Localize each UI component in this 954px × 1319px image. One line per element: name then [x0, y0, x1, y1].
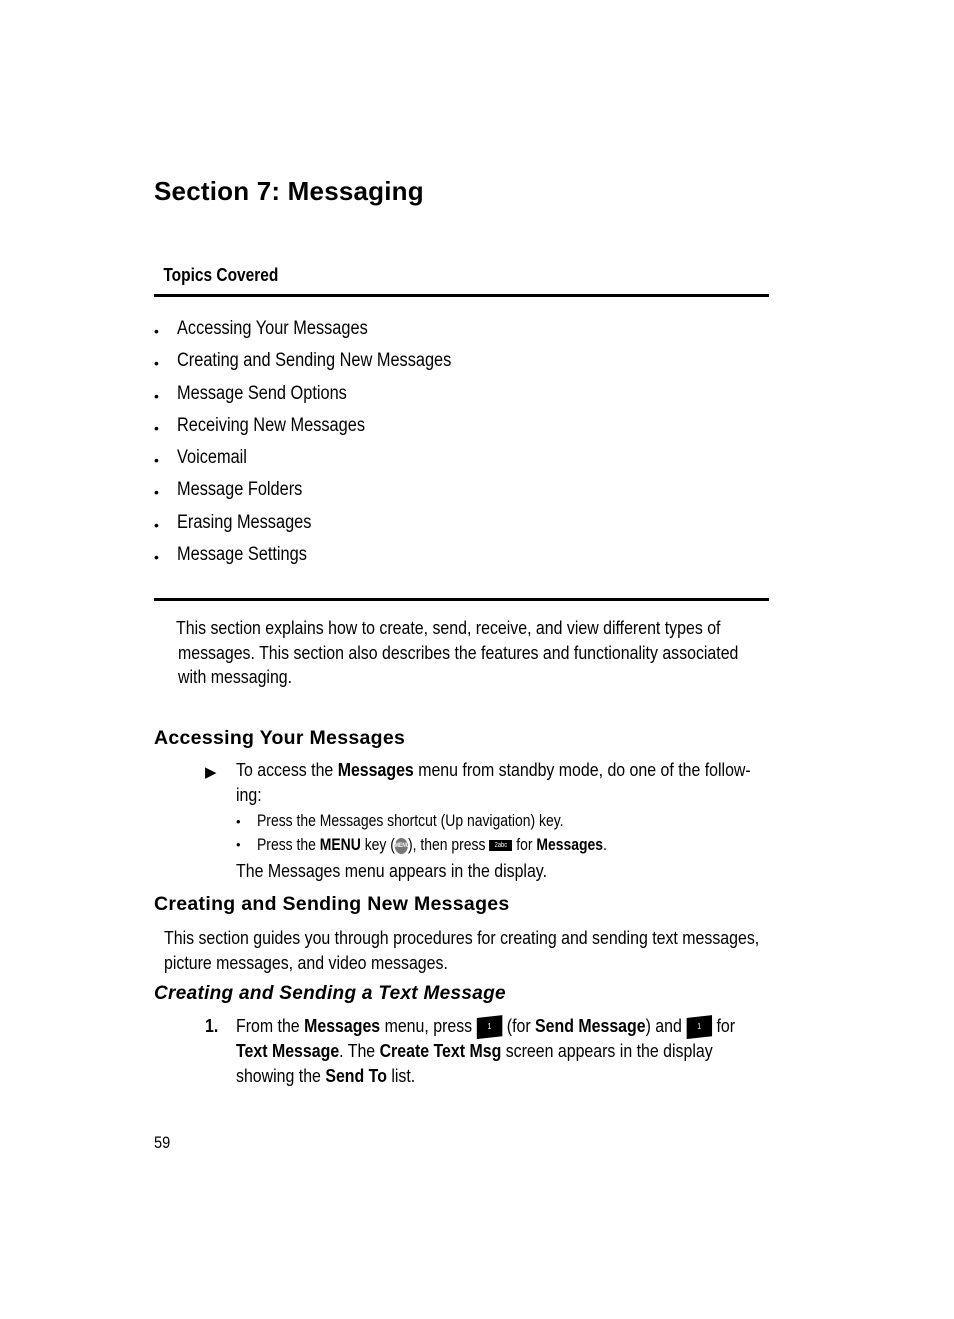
accessing-instruction: To access the Messages menu from standby…	[236, 758, 835, 807]
text: screen appears in the display	[501, 1040, 713, 1062]
send-to-term: Send To	[325, 1064, 387, 1086]
accessing-result: The Messages menu appears in the display…	[236, 859, 598, 884]
result-text: The Messages menu appears in the display…	[236, 860, 548, 881]
instruction-line: ing:	[236, 783, 262, 805]
arrow-icon: ▶	[205, 764, 217, 781]
menu-term: MENU	[319, 835, 361, 854]
paragraph-line: This section guides you through procedur…	[164, 927, 760, 948]
bullet: •	[236, 814, 241, 829]
topic-label: Accessing Your Messages	[177, 318, 368, 339]
bullet: •	[154, 355, 159, 372]
intro-line: messages. This section also describes th…	[178, 641, 739, 663]
text: ) and	[645, 1015, 687, 1036]
bullet: •	[154, 484, 159, 501]
step-line: showing the Send To list.	[236, 1064, 735, 1089]
bullet: •	[154, 419, 159, 436]
step-number-text: 1.	[205, 1015, 219, 1036]
bullet: •	[154, 452, 159, 469]
topic-item: • Message Settings	[154, 544, 496, 576]
text: ), then press	[408, 835, 490, 854]
topic-item: • Receiving New Messages	[154, 415, 496, 447]
text: for	[512, 835, 537, 854]
create-text-msg-term: Create Text Msg	[379, 1040, 502, 1062]
topic-label: Erasing Messages	[177, 511, 312, 533]
option-text: Press the Messages shortcut (Up navigati…	[257, 811, 564, 830]
topic-item: • Creating and Sending New Messages	[154, 350, 496, 382]
text: .	[603, 835, 607, 854]
intro-line: This section explains how to create, sen…	[176, 617, 721, 638]
accessing-heading: Accessing Your Messages	[154, 727, 406, 749]
intro-paragraph: This section explains how to create, sen…	[176, 616, 830, 690]
step-1: From the Messages menu, press 1 (for Sen…	[236, 1014, 816, 1088]
step-line: From the Messages menu, press 1 (for Sen…	[236, 1014, 736, 1040]
topic-item: • Voicemail	[154, 447, 496, 479]
topic-label: Message Folders	[177, 479, 303, 501]
step-number: 1.	[205, 1014, 220, 1039]
creating-paragraph: This section guides you through procedur…	[164, 926, 856, 975]
top-divider	[154, 294, 769, 297]
text: . The	[339, 1040, 380, 1062]
topic-item: • Message Folders	[154, 479, 496, 511]
bottom-divider	[154, 598, 769, 601]
topic-item: • Message Send Options	[154, 383, 496, 415]
text: From the	[236, 1015, 305, 1036]
menu-ok-key-icon: MENU OK	[394, 837, 418, 854]
messages-term: Messages	[304, 1015, 381, 1036]
text: To access the	[236, 759, 338, 780]
page-number: 59	[154, 1133, 171, 1152]
topic-label: Message Settings	[177, 544, 307, 566]
text: key (	[360, 835, 395, 854]
option-2: • Press the MENU key (MENU OK), then pres…	[236, 833, 684, 857]
key-2-icon: 2abc	[489, 840, 513, 852]
text: menu from standby mode, do one of the fo…	[413, 759, 751, 780]
instruction-line: To access the Messages menu from standby…	[236, 758, 751, 783]
bullet: •	[236, 837, 241, 852]
section-title: Section 7: Messaging	[154, 176, 424, 206]
bullet: •	[154, 387, 159, 404]
text-message-heading: Creating and Sending a Text Message	[154, 983, 506, 1004]
text: (for	[502, 1015, 536, 1036]
key-1-icon: 1	[476, 1015, 503, 1040]
topic-label: Voicemail	[177, 447, 247, 469]
text: for	[712, 1015, 736, 1036]
creating-heading: Creating and Sending New Messages	[154, 893, 510, 915]
send-message-term: Send Message	[535, 1015, 646, 1036]
topics-list: • Accessing Your Messages • Creating and S…	[154, 318, 496, 576]
topics-heading: Topics Covered	[163, 265, 279, 285]
topic-label: Message Send Options	[177, 382, 347, 404]
option-text: Press the MENU key (MENU OK), then press…	[257, 833, 607, 857]
bullet: •	[154, 516, 159, 533]
topic-item: • Erasing Messages	[154, 512, 496, 544]
step-line: Text Message. The Create Text Msg screen…	[236, 1039, 735, 1064]
intro-line: with messaging.	[178, 666, 293, 687]
text: showing the	[236, 1064, 326, 1086]
key-1-icon: 1	[686, 1015, 713, 1040]
topic-label: Creating and Sending New Messages	[177, 350, 452, 372]
option-1: • Press the Messages shortcut (Up navigat…	[236, 809, 631, 834]
topic-label: Receiving New Messages	[177, 414, 365, 436]
paragraph-line: picture messages, and video messages.	[164, 951, 448, 973]
bullet: •	[154, 549, 159, 566]
text: list.	[386, 1064, 416, 1086]
text-message-term: Text Message	[236, 1040, 340, 1062]
messages-term: Messages	[337, 759, 414, 780]
text: Press the	[257, 835, 320, 854]
messages-term: Messages	[536, 835, 604, 854]
bullet: •	[154, 323, 159, 339]
text: menu, press	[380, 1015, 477, 1036]
topic-item: • Accessing Your Messages	[154, 318, 496, 350]
